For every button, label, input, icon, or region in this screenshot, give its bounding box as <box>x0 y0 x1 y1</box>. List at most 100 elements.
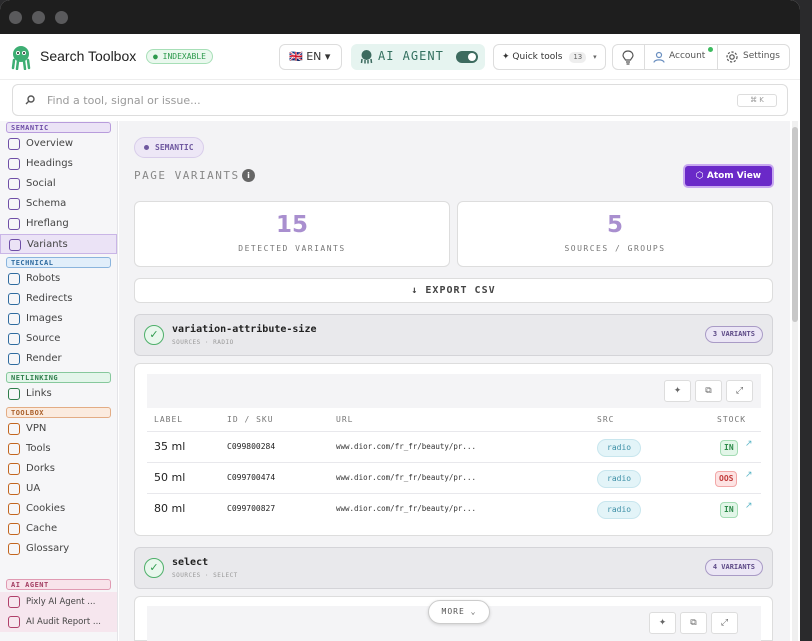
language-selector[interactable]: 🇬🇧 EN ▾ <box>279 44 342 70</box>
sidebar-item-label: Cache <box>26 523 58 534</box>
sidebar-item-label: AI Audit Report ... <box>26 617 102 627</box>
images-icon <box>8 313 20 325</box>
app-window: Search Toolbox ● INDEXABLE 🇬🇧 EN ▾ AI AG… <box>0 0 800 641</box>
sidebar-item-label: UA <box>26 483 41 494</box>
sidebar-item-source[interactable]: Source <box>0 329 117 349</box>
copy-icon[interactable]: ⧉ <box>680 612 707 634</box>
source-badge: radio <box>597 470 642 488</box>
sidebar-item-label: Images <box>26 313 63 324</box>
sidebar-item-hreflang[interactable]: Hreflang <box>0 214 117 234</box>
info-icon[interactable]: i <box>242 169 255 182</box>
variant-group-header[interactable]: ✓ variation-attribute-size SOURCES · RAD… <box>134 314 773 356</box>
expand-icon[interactable]: ⤢ <box>711 612 738 634</box>
sidebar-item-social[interactable]: Social <box>0 174 117 194</box>
header-actions: Account Settings <box>612 44 790 70</box>
search-input[interactable]: Find a tool, signal or issue... <box>47 94 201 107</box>
pixly-ai-agent-icon <box>8 596 20 608</box>
app-logo-icon <box>11 46 31 70</box>
more-button[interactable]: MORE ⌄ <box>428 600 490 624</box>
variant-url[interactable]: www.dior.com/fr_fr/beauty/pr... <box>336 442 476 451</box>
scrollbar[interactable] <box>792 121 798 641</box>
group-name: select <box>172 557 209 568</box>
scrollbar-thumb[interactable] <box>792 127 798 322</box>
variant-sku: C099700827 <box>227 504 276 513</box>
table-row[interactable]: 80 ml C099700827 www.dior.com/fr_fr/beauty… <box>147 493 761 524</box>
ai-agent-toggle-group[interactable]: AI AGENT <box>351 44 485 70</box>
settings-button[interactable]: Settings <box>718 45 790 69</box>
overview-icon <box>8 138 20 150</box>
sidebar-item-redirects[interactable]: Redirects <box>0 289 117 309</box>
variant-group-header[interactable]: ✓ select SOURCES · SELECT 4 VARIANTS <box>134 547 773 589</box>
sidebar-item-label: Robots <box>26 273 61 284</box>
stock-badge: IN <box>720 440 738 456</box>
quick-tools-button[interactable]: ✦ Quick tools 13 ▾ <box>493 44 606 70</box>
sidebar-item-render[interactable]: Render <box>0 349 117 369</box>
sidebar-item-variants[interactable]: Variants <box>0 234 117 254</box>
source-badge: radio <box>597 439 642 457</box>
table-row[interactable]: 35 ml C099800284 www.dior.com/fr_fr/beauty… <box>147 431 761 462</box>
account-button[interactable]: Account <box>645 45 716 69</box>
sidebar-item-robots[interactable]: Robots <box>0 269 117 289</box>
sidebar-item-glossary[interactable]: Glossary <box>0 539 117 559</box>
sidebar-item-cache[interactable]: Cache <box>0 519 117 539</box>
atom-view-button[interactable]: ⬡ Atom View <box>685 166 772 186</box>
tool-search-bar[interactable]: Find a tool, signal or issue... ⌘ K <box>12 84 788 116</box>
variant-sku: C099800284 <box>227 442 276 451</box>
column-header-label: LABEL <box>154 415 184 424</box>
sidebar-item-links[interactable]: Links <box>0 384 117 404</box>
headings-icon <box>8 158 20 170</box>
close-window-button[interactable] <box>9 11 22 24</box>
sidebar-item-pixly-ai-agent[interactable]: Pixly AI Agent ... <box>0 592 117 612</box>
sidebar-nav: SEMANTIC TECHNICAL NETLINKING TOOLBOX AI AGE… <box>0 121 118 641</box>
open-link-icon[interactable]: ↗ <box>745 439 753 449</box>
social-icon <box>8 178 20 190</box>
maximize-window-button[interactable] <box>55 11 68 24</box>
hreflang-icon <box>8 218 20 230</box>
table-row[interactable]: 50 ml C099700474 www.dior.com/fr_fr/beauty… <box>147 462 761 493</box>
sidebar-item-label: Source <box>26 333 61 344</box>
sidebar-item-schema[interactable]: Schema <box>0 194 117 214</box>
page-title: PAGE VARIANTS <box>134 169 240 182</box>
robots-icon <box>8 273 20 285</box>
sidebar-item-label: Tools <box>26 443 51 454</box>
sidebar-item-images[interactable]: Images <box>0 309 117 329</box>
sidebar-item-label: Social <box>26 178 56 189</box>
quick-tools-label: ✦ Quick tools <box>502 52 563 62</box>
magic-wand-icon[interactable]: ✦ <box>664 380 691 402</box>
group-source: SOURCES · SELECT <box>172 572 238 579</box>
sidebar-item-label: Overview <box>26 138 74 149</box>
indexable-badge: ● INDEXABLE <box>146 49 213 64</box>
cookies-icon <box>8 503 20 515</box>
variant-url[interactable]: www.dior.com/fr_fr/beauty/pr... <box>336 504 476 513</box>
copy-icon[interactable]: ⧉ <box>695 380 722 402</box>
ai-agent-switch[interactable] <box>456 51 478 63</box>
variant-url[interactable]: www.dior.com/fr_fr/beauty/pr... <box>336 473 476 482</box>
sidebar-item-tools[interactable]: Tools <box>0 439 117 459</box>
tools-icon <box>8 443 20 455</box>
export-csv-button[interactable]: ↓ EXPORT CSV <box>134 278 773 303</box>
sidebar-item-dorks[interactable]: Dorks <box>0 459 117 479</box>
sidebar-section-ai-agent: AI AGENT <box>6 579 111 590</box>
sidebar-item-label: Headings <box>26 158 73 169</box>
sidebar-item-ai-audit-report[interactable]: AI Audit Report ... <box>0 612 117 632</box>
variants-count-badge: 3 VARIANTS <box>704 326 763 343</box>
ai-agent-label: AI AGENT <box>378 49 444 63</box>
open-link-icon[interactable]: ↗ <box>745 501 753 511</box>
minimize-window-button[interactable] <box>32 11 45 24</box>
magic-wand-icon[interactable]: ✦ <box>649 612 676 634</box>
sidebar-item-vpn[interactable]: VPN <box>0 419 117 439</box>
sidebar-item-headings[interactable]: Headings <box>0 154 117 174</box>
vpn-icon <box>8 423 20 435</box>
stat-label: DETECTED VARIANTS <box>238 244 346 253</box>
schema-icon <box>8 198 20 210</box>
lightbulb-icon[interactable] <box>622 50 634 65</box>
sidebar-item-cookies[interactable]: Cookies <box>0 499 117 519</box>
sidebar-item-ua[interactable]: UA <box>0 479 117 499</box>
dorks-icon <box>8 463 20 475</box>
sidebar-item-overview[interactable]: Overview <box>0 134 117 154</box>
expand-icon[interactable]: ⤢ <box>726 380 753 402</box>
source-icon <box>8 333 20 345</box>
stat-card-sources: 5 SOURCES / GROUPS <box>457 201 773 267</box>
table-toolbar: ✦ ⧉ ⤢ <box>147 374 761 408</box>
open-link-icon[interactable]: ↗ <box>745 470 753 480</box>
